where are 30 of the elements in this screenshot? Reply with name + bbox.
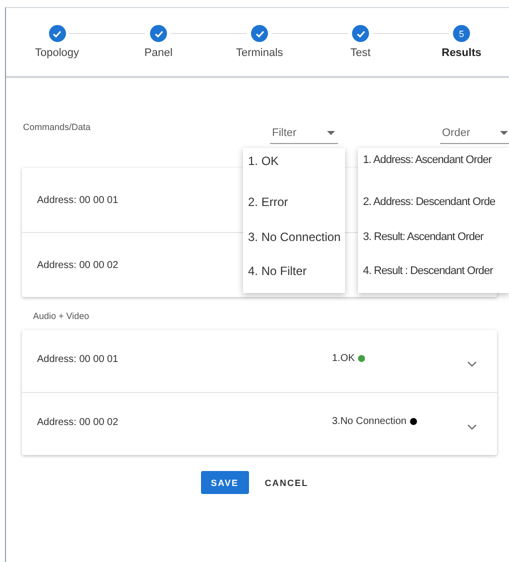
section-title: Commands/Data	[23, 122, 91, 134]
menu-item[interactable]: 4. No Filter	[243, 254, 345, 288]
menu-item[interactable]: 4. Result : Descendant Order	[358, 254, 509, 288]
address-text: Address: 00 00 01	[37, 194, 118, 206]
save-button[interactable]: SAVE	[200, 471, 249, 494]
address-text: Address: 00 00 02	[37, 417, 118, 428]
menu-item[interactable]: 2. Address: Descendant Orde	[358, 185, 509, 220]
address-text: Address: 00 00 01	[37, 354, 118, 365]
step-number: 5	[453, 25, 470, 42]
caret-icon	[327, 131, 335, 135]
status-text: 1.OK	[332, 353, 355, 364]
menu-item[interactable]: 2. Error	[243, 185, 345, 220]
step-label[interactable]: Panel	[144, 47, 173, 59]
step-label[interactable]: Results	[442, 47, 482, 59]
chevron-down-icon[interactable]	[467, 424, 477, 430]
chevron-down-icon[interactable]	[467, 361, 477, 367]
caret-icon	[500, 131, 508, 135]
menu-item[interactable]: 1. OK	[243, 150, 345, 185]
menu-item[interactable]: 3. No Connection	[243, 220, 345, 254]
step-label[interactable]: Topology	[34, 47, 80, 59]
section-title: Audio + Video	[33, 311, 90, 323]
address-text: Address: 00 00 02	[37, 260, 118, 270]
cancel-button[interactable]: CANCEL	[254, 471, 318, 494]
step-label[interactable]: Terminals	[236, 47, 284, 59]
status-text: 3.No Connection	[332, 416, 406, 427]
select-field[interactable]: Filter	[270, 126, 338, 144]
menu-item[interactable]: 3. Result: Ascendant Order	[358, 220, 509, 254]
step-label[interactable]: Test	[350, 47, 371, 59]
select-field[interactable]: Order	[440, 126, 509, 144]
menu-item[interactable]: 1. Address: Ascendant Order	[358, 150, 509, 185]
